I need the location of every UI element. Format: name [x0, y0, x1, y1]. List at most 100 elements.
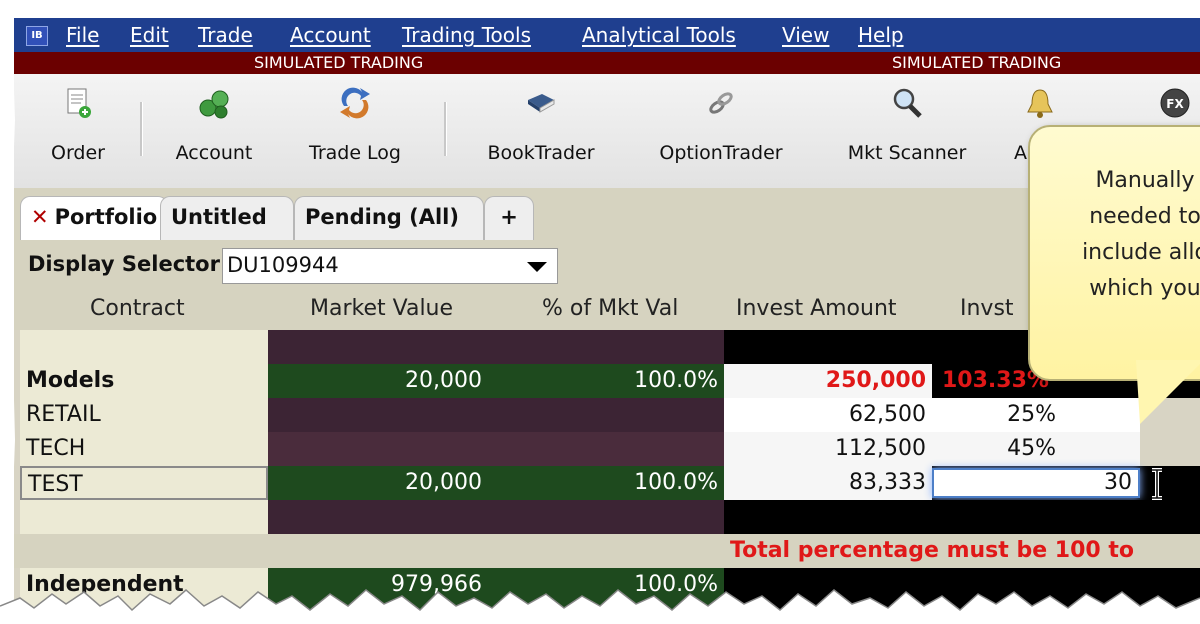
menu-account[interactable]: Account	[290, 18, 371, 52]
menu-trading-tools[interactable]: Trading Tools	[402, 18, 531, 52]
table-row[interactable]: Models 20,000 100.0% 250,000 103.33%	[14, 364, 1200, 398]
invest-cell: 83,333	[724, 466, 932, 500]
mkt-scanner-button[interactable]: Mkt Scanner	[834, 74, 980, 188]
invst-pct-input[interactable]: 30	[932, 468, 1140, 498]
screenshot-frame: IB File Edit Trade Account Trading Tools…	[0, 0, 1200, 624]
pct-cell	[496, 432, 724, 466]
invest-cell: 112,500	[724, 432, 932, 466]
market-value-cell	[268, 500, 496, 534]
tooltip-line: Manually	[1095, 168, 1195, 193]
table-row-selected[interactable]: TEST 20,000 100.0% 83,333 30	[14, 466, 1200, 500]
svg-text:FX: FX	[1166, 97, 1184, 111]
contract-cell: RETAIL	[20, 398, 268, 432]
chevron-down-icon[interactable]	[527, 262, 547, 272]
contract-cell: TECH	[20, 432, 268, 466]
tooltip-line: needed to	[1089, 204, 1200, 229]
invest-cell: 62,500	[724, 398, 932, 432]
booktrader-button[interactable]: BookTrader	[472, 74, 610, 188]
tab-portfolio[interactable]: ✕ Portfolio	[20, 196, 168, 240]
col-contract[interactable]: Contract	[90, 296, 185, 321]
market-value-cell	[268, 330, 496, 364]
market-value-cell	[268, 398, 496, 432]
account-button[interactable]: Account	[164, 74, 264, 188]
menu-file[interactable]: File	[66, 18, 99, 52]
market-value-cell	[268, 432, 496, 466]
col-invst-pct[interactable]: Invst	[960, 296, 1014, 321]
menu-view[interactable]: View	[782, 18, 829, 52]
top-margin	[0, 0, 1200, 18]
tooltip-line: which you	[1089, 276, 1200, 301]
table-row[interactable]	[14, 330, 1200, 364]
trade-log-label: Trade Log	[309, 142, 401, 164]
tws-window: IB File Edit Trade Account Trading Tools…	[14, 0, 1200, 624]
magnifier-icon	[893, 88, 922, 118]
optiontrader-button[interactable]: OptionTrader	[644, 74, 798, 188]
validation-row: Total percentage must be 100 to	[14, 534, 1200, 568]
table-row[interactable]: TECH 112,500 45%	[14, 432, 1200, 466]
portfolio-grid: Models 20,000 100.0% 250,000 103.33% RET…	[14, 330, 1200, 624]
menu-bar: IB File Edit Trade Account Trading Tools…	[14, 18, 1200, 52]
mkt-scanner-label: Mkt Scanner	[847, 142, 967, 164]
tab-portfolio-label: Portfolio	[54, 205, 158, 229]
optiontrader-label: OptionTrader	[659, 142, 783, 164]
display-selector-row: Display Selector DU109944	[14, 240, 1200, 290]
account-icon	[199, 90, 229, 119]
menu-edit[interactable]: Edit	[130, 18, 169, 52]
pct-cell: 100.0%	[496, 466, 724, 500]
order-icon	[67, 88, 91, 118]
torn-edge-left	[0, 0, 15, 624]
tab-strip: ✕ Portfolio Untitled Pending (All) +	[14, 188, 1200, 240]
order-button[interactable]: Order	[36, 74, 120, 188]
toolbar-divider	[140, 102, 143, 156]
account-label: Account	[175, 142, 253, 164]
tab-untitled-label: Untitled	[171, 205, 267, 229]
menu-analytical-tools[interactable]: Analytical Tools	[582, 18, 736, 52]
tooltip-pointer	[1136, 360, 1200, 424]
contract-cell	[20, 330, 268, 364]
add-tab-button[interactable]: +	[484, 196, 534, 240]
menu-trade[interactable]: Trade	[198, 18, 253, 52]
contract-cell: TEST	[20, 466, 268, 500]
invest-cell: 250,000	[724, 364, 932, 398]
book-icon	[528, 94, 555, 113]
toolbar: Order Account Trade Log BookTrader Optio…	[14, 74, 1200, 189]
market-value-cell: 20,000	[268, 466, 496, 500]
display-selector-label: Display Selector	[28, 252, 220, 276]
invest-cell	[724, 500, 932, 534]
sim-label-right: SIMULATED TRADING	[892, 53, 1062, 72]
invest-cell	[724, 330, 932, 364]
col-pct-mkt-val[interactable]: % of Mkt Val	[542, 296, 678, 321]
bell-icon	[1027, 89, 1053, 118]
pct-cell: 100.0%	[496, 364, 724, 398]
sim-label-left: SIMULATED TRADING	[254, 53, 424, 72]
table-row[interactable]: RETAIL 62,500 25%	[14, 398, 1200, 432]
col-market-value[interactable]: Market Value	[310, 296, 453, 321]
tooltip-line: include allo	[1082, 240, 1200, 265]
plus-icon: +	[500, 205, 518, 229]
display-selector-value: DU109944	[227, 253, 339, 277]
col-invest-amount[interactable]: Invest Amount	[736, 296, 897, 321]
invst-pct-cell[interactable]: 45%	[932, 432, 1140, 466]
pct-cell	[496, 500, 724, 534]
menu-help[interactable]: Help	[858, 18, 904, 52]
display-selector-dropdown[interactable]: DU109944	[222, 248, 558, 284]
trade-log-button[interactable]: Trade Log	[292, 74, 418, 188]
tab-untitled[interactable]: Untitled	[160, 196, 294, 240]
market-value-cell: 20,000	[268, 364, 496, 398]
text-cursor-icon	[1152, 468, 1162, 500]
tooltip-text: Manually needed to include allo which yo…	[1040, 163, 1200, 307]
tab-pending-label: Pending (All)	[305, 205, 459, 229]
ib-logo-icon: IB	[26, 26, 48, 46]
pct-cell	[496, 330, 724, 364]
tab-pending[interactable]: Pending (All)	[294, 196, 484, 240]
order-label: Order	[51, 142, 105, 164]
simulated-trading-banner: SIMULATED TRADING SIMULATED TRADING	[14, 52, 1200, 74]
toolbar-divider	[444, 102, 447, 156]
trade-log-icon	[340, 87, 370, 119]
help-tooltip: Manually needed to include allo which yo…	[1028, 125, 1200, 381]
table-row[interactable]	[14, 500, 1200, 534]
validation-message: Total percentage must be 100 to	[730, 538, 1134, 563]
pct-cell	[496, 398, 724, 432]
invst-pct-cell[interactable]: 25%	[932, 398, 1140, 432]
close-icon[interactable]: ✕	[31, 205, 49, 229]
